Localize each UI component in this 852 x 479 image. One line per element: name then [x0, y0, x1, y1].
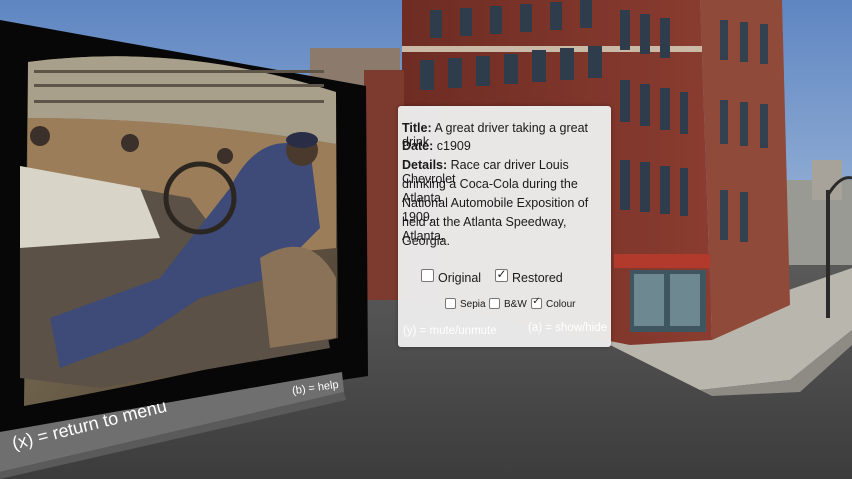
- restored-label: Restored: [512, 271, 563, 285]
- date-row: Date: c1909: [402, 139, 471, 153]
- date-label: Date:: [402, 139, 434, 153]
- title-label: Title:: [402, 121, 432, 135]
- historic-photograph: [20, 56, 338, 407]
- bw-label: B&W: [504, 299, 527, 310]
- show-hide-hint: (a) = show/hide: [528, 322, 607, 334]
- sepia-label: Sepia: [460, 299, 486, 310]
- photo-date: c1909: [436, 139, 471, 153]
- bw-checkbox[interactable]: [489, 298, 500, 309]
- mute-hint: (y) = mute/unmute: [403, 325, 497, 337]
- photo-info-panel: Title: A great driver taking a great dri…: [398, 106, 611, 347]
- details-label: Details:: [402, 158, 448, 172]
- restored-check-icon: ✓: [496, 267, 507, 281]
- colour-label: Colour: [546, 299, 576, 310]
- colour-check-icon: ✓: [532, 296, 541, 307]
- restored-checkbox[interactable]: ✓: [495, 267, 508, 282]
- colour-checkbox[interactable]: ✓: [531, 296, 542, 309]
- sepia-checkbox[interactable]: [445, 298, 456, 309]
- original-checkbox[interactable]: [421, 269, 434, 282]
- original-label: Original: [438, 271, 482, 285]
- details-line: Georgia.: [402, 234, 450, 248]
